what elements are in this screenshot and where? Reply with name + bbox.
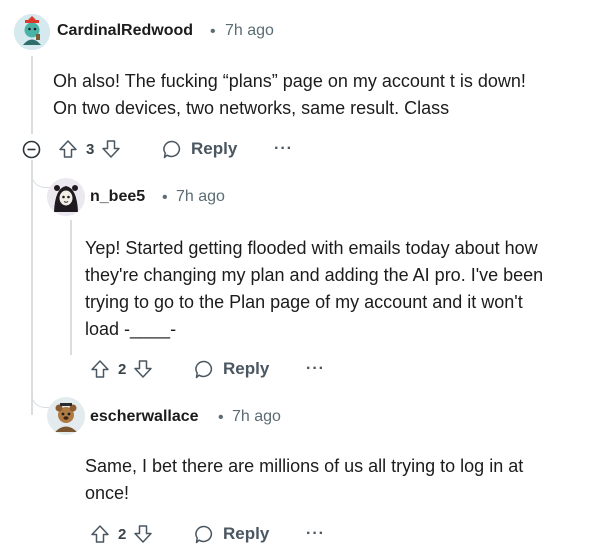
downvote-icon[interactable]	[133, 359, 153, 379]
comment-timestamp[interactable]: 7h ago	[176, 188, 225, 206]
reply-label: Reply	[191, 139, 238, 158]
upvote-icon[interactable]	[90, 524, 110, 544]
thread-line-reply-1	[70, 220, 72, 355]
thread-line-main	[31, 56, 33, 134]
more-icon[interactable]: ···	[306, 360, 325, 378]
comment-body-line: Same, I bet there are millions of us all…	[85, 456, 524, 476]
comment-body-line: Yep! Started getting flooded with emails…	[85, 238, 538, 258]
vote-count: 2	[118, 360, 127, 378]
avatar[interactable]	[14, 14, 50, 50]
avatar-image	[47, 397, 85, 435]
reply-button[interactable]: Reply	[162, 138, 237, 160]
comment-body: Oh also! The fucking “plans” page on my …	[53, 68, 526, 122]
comment-body-line: load -____-	[85, 319, 177, 339]
comment-body-line: On two devices, two networks, same resul…	[53, 98, 450, 118]
vote-count: 3	[86, 140, 95, 158]
upvote-icon[interactable]	[58, 139, 78, 159]
vote-count: 2	[118, 525, 127, 543]
comment-separator: •	[162, 189, 168, 206]
comment-author[interactable]: n_bee5	[90, 188, 145, 206]
comment-timestamp[interactable]: 7h ago	[232, 408, 281, 426]
vote-group: 2	[90, 523, 153, 545]
reply-button[interactable]: Reply	[194, 358, 269, 380]
avatar-image	[14, 14, 50, 50]
comment-timestamp[interactable]: 7h ago	[225, 22, 274, 40]
vote-group: 3	[58, 138, 121, 160]
comment-body-line: Oh also! The fucking “plans” page on my …	[53, 71, 526, 91]
avatar[interactable]	[47, 178, 85, 216]
avatar[interactable]	[47, 397, 85, 435]
comment-separator: •	[210, 23, 216, 40]
downvote-icon[interactable]	[101, 139, 121, 159]
comment-body-line: once!	[85, 483, 130, 503]
comment-body: Same, I bet there are millions of us all…	[85, 453, 523, 507]
more-icon[interactable]: ···	[306, 525, 325, 543]
collapse-icon	[22, 140, 41, 159]
collapse-button[interactable]	[22, 140, 41, 159]
reply-icon	[194, 524, 215, 545]
thread-line-branch	[31, 160, 33, 415]
reply-icon	[194, 359, 215, 380]
reply-label: Reply	[223, 359, 270, 378]
more-icon[interactable]: ···	[274, 140, 293, 158]
downvote-icon[interactable]	[133, 524, 153, 544]
reply-button[interactable]: Reply	[194, 523, 269, 545]
comment-author[interactable]: CardinalRedwood	[57, 22, 193, 40]
upvote-icon[interactable]	[90, 359, 110, 379]
comment-author[interactable]: escherwallace	[90, 408, 199, 426]
reply-label: Reply	[223, 524, 270, 543]
avatar-image	[47, 178, 85, 216]
reply-icon	[162, 139, 183, 160]
vote-group: 2	[90, 358, 153, 380]
comment-body: Yep! Started getting flooded with emails…	[85, 235, 543, 343]
comment-body-line: trying to go to the Plan page of my acco…	[85, 292, 523, 312]
comment-separator: •	[218, 409, 224, 426]
comment-body-line: they're changing my plan and adding the …	[85, 265, 544, 285]
